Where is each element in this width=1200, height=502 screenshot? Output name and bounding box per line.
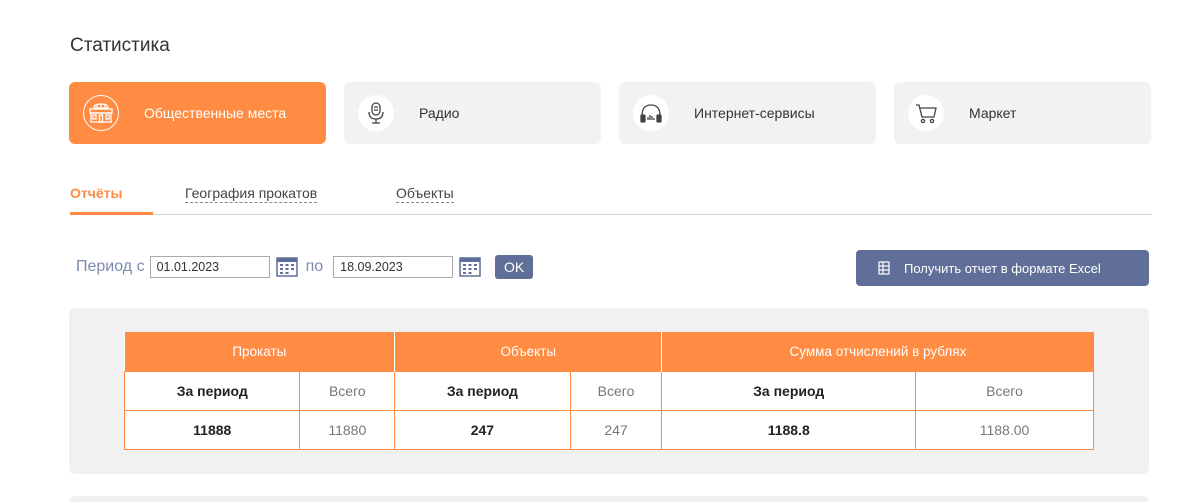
tab-objects[interactable]: Объекты: [396, 185, 454, 217]
spreadsheet-icon: [878, 261, 890, 275]
objects-period-value: 247: [394, 409, 571, 450]
category-label: Интернет-сервисы: [694, 105, 815, 121]
date-from-input[interactable]: [149, 256, 270, 278]
stats-panel: Прокаты Объекты Сумма отчислений в рубля…: [69, 308, 1149, 474]
microphone-icon: [358, 95, 394, 131]
table-subheader-row: За период Всего За период Всего За перио…: [123, 370, 1094, 411]
group-header-rentals: Прокаты: [124, 332, 396, 371]
stats-table: Прокаты Объекты Сумма отчислений в рубля…: [123, 332, 1094, 450]
subheader-period: За период: [661, 370, 917, 411]
deductions-period-value: 1188.8: [661, 409, 917, 450]
rentals-total-value: 11880: [299, 409, 396, 450]
date-to-input[interactable]: [333, 256, 454, 278]
excel-export-label: Получить отчет в формате Excel: [904, 260, 1101, 276]
excel-export-button[interactable]: Получить отчет в формате Excel: [856, 250, 1149, 286]
subheader-total: Всего: [569, 370, 663, 411]
tab-reports[interactable]: Отчёты: [70, 185, 154, 217]
category-internet-services[interactable]: Интернет-сервисы: [619, 82, 876, 144]
period-from-label: Период с: [76, 258, 145, 275]
report-tabs: Отчёты География прокатов Объекты: [70, 185, 1152, 217]
table-row: 11888 11880 247 247 1188.8 1188.00: [123, 409, 1094, 450]
category-public-places[interactable]: Общественные места: [69, 82, 326, 144]
calendar-icon[interactable]: [459, 257, 481, 277]
headphones-icon: [633, 95, 669, 131]
cart-icon: [908, 95, 944, 131]
category-label: Маркет: [969, 105, 1017, 121]
group-header-deductions: Сумма отчислений в рублях: [661, 332, 1094, 371]
subheader-period: За период: [394, 370, 571, 411]
building-icon: [83, 95, 119, 131]
page-title: Статистика: [70, 35, 170, 56]
objects-total-value: 247: [569, 409, 663, 450]
deductions-total-value: 1188.00: [915, 409, 1094, 450]
calendar-icon[interactable]: [275, 257, 298, 277]
secondary-panel: [69, 496, 1149, 502]
period-filter: Период с по OK: [76, 255, 534, 279]
ok-button[interactable]: OK: [495, 255, 534, 279]
category-market[interactable]: Маркет: [894, 82, 1151, 144]
subheader-total: Всего: [299, 370, 396, 411]
rentals-period-value: 11888: [123, 409, 301, 450]
category-label: Радио: [419, 105, 460, 121]
subheader-period: За период: [123, 370, 301, 411]
group-header-objects: Объекты: [394, 332, 663, 371]
period-to-label: по: [305, 258, 324, 275]
table-group-header: Прокаты Объекты Сумма отчислений в рубля…: [124, 332, 1094, 371]
category-cards: Общественные места Радио Интернет-сервис…: [69, 82, 1151, 144]
category-label: Общественные места: [144, 105, 287, 121]
subheader-total: Всего: [915, 370, 1094, 411]
tab-rental-geography[interactable]: География прокатов: [185, 185, 318, 217]
category-radio[interactable]: Радио: [344, 82, 601, 144]
